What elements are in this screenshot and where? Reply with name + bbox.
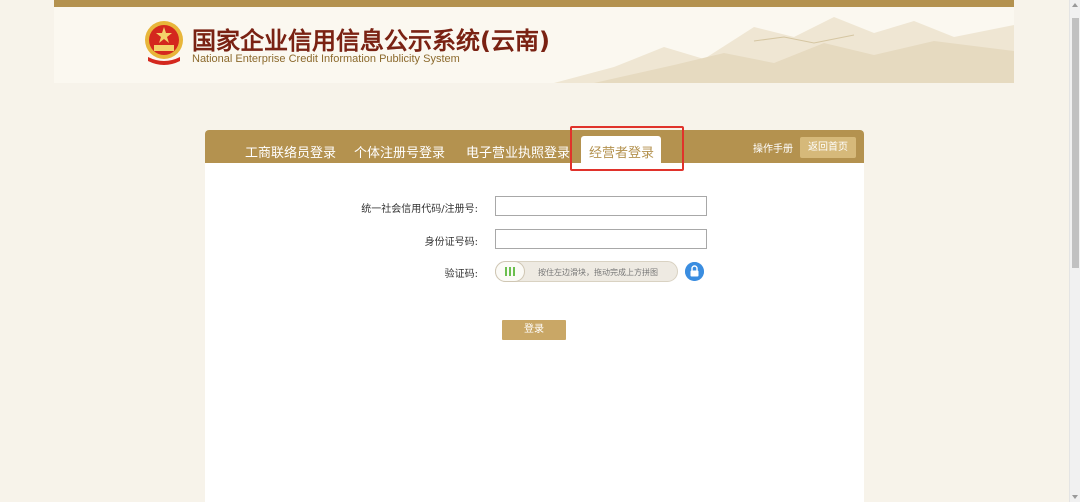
mountain-backdrop bbox=[554, 17, 1014, 83]
highlight-annotation bbox=[570, 126, 684, 171]
manual-link[interactable]: 操作手册 bbox=[753, 140, 793, 155]
scroll-down-icon[interactable] bbox=[1072, 495, 1078, 499]
page-scrollbar[interactable] bbox=[1069, 0, 1080, 502]
credit-code-label: 统一社会信用代码/注册号: bbox=[361, 204, 478, 215]
lock-icon bbox=[685, 262, 704, 281]
scroll-thumb[interactable] bbox=[1072, 18, 1079, 268]
home-button[interactable]: 返回首页 bbox=[800, 137, 856, 158]
login-tabbar: 工商联络员登录 个体注册号登录 电子营业执照登录 经营者登录 操作手册 返回首页 bbox=[205, 130, 864, 163]
tab-liaison-login[interactable]: 工商联络员登录 bbox=[245, 142, 336, 161]
national-emblem-icon bbox=[145, 21, 183, 65]
captcha-slider-track: 按住左边滑块，拖动完成上方拼图 bbox=[495, 261, 678, 282]
id-number-input[interactable] bbox=[495, 229, 707, 249]
captcha-label: 验证码: bbox=[444, 269, 478, 280]
login-button[interactable]: 登录 bbox=[502, 320, 566, 340]
credit-code-input[interactable] bbox=[495, 196, 707, 216]
slider-grip-icon[interactable] bbox=[495, 261, 525, 282]
scroll-up-icon[interactable] bbox=[1072, 3, 1078, 7]
tab-e-license-login[interactable]: 电子营业执照登录 bbox=[466, 142, 570, 161]
login-panel: 工商联络员登录 个体注册号登录 电子营业执照登录 经营者登录 操作手册 返回首页 bbox=[205, 130, 864, 502]
site-header: 国家企业信用信息公示系统(云南) National Enterprise Cre… bbox=[54, 7, 1014, 83]
site-title: 国家企业信用信息公示系统(云南) bbox=[192, 27, 550, 55]
site-subtitle: National Enterprise Credit Information P… bbox=[192, 53, 460, 65]
tab-individual-login[interactable]: 个体注册号登录 bbox=[354, 142, 445, 161]
slider-hint: 按住左边滑块，拖动完成上方拼图 bbox=[538, 268, 658, 277]
id-number-label: 身份证号码: bbox=[424, 237, 478, 248]
top-stripe bbox=[54, 0, 1014, 7]
